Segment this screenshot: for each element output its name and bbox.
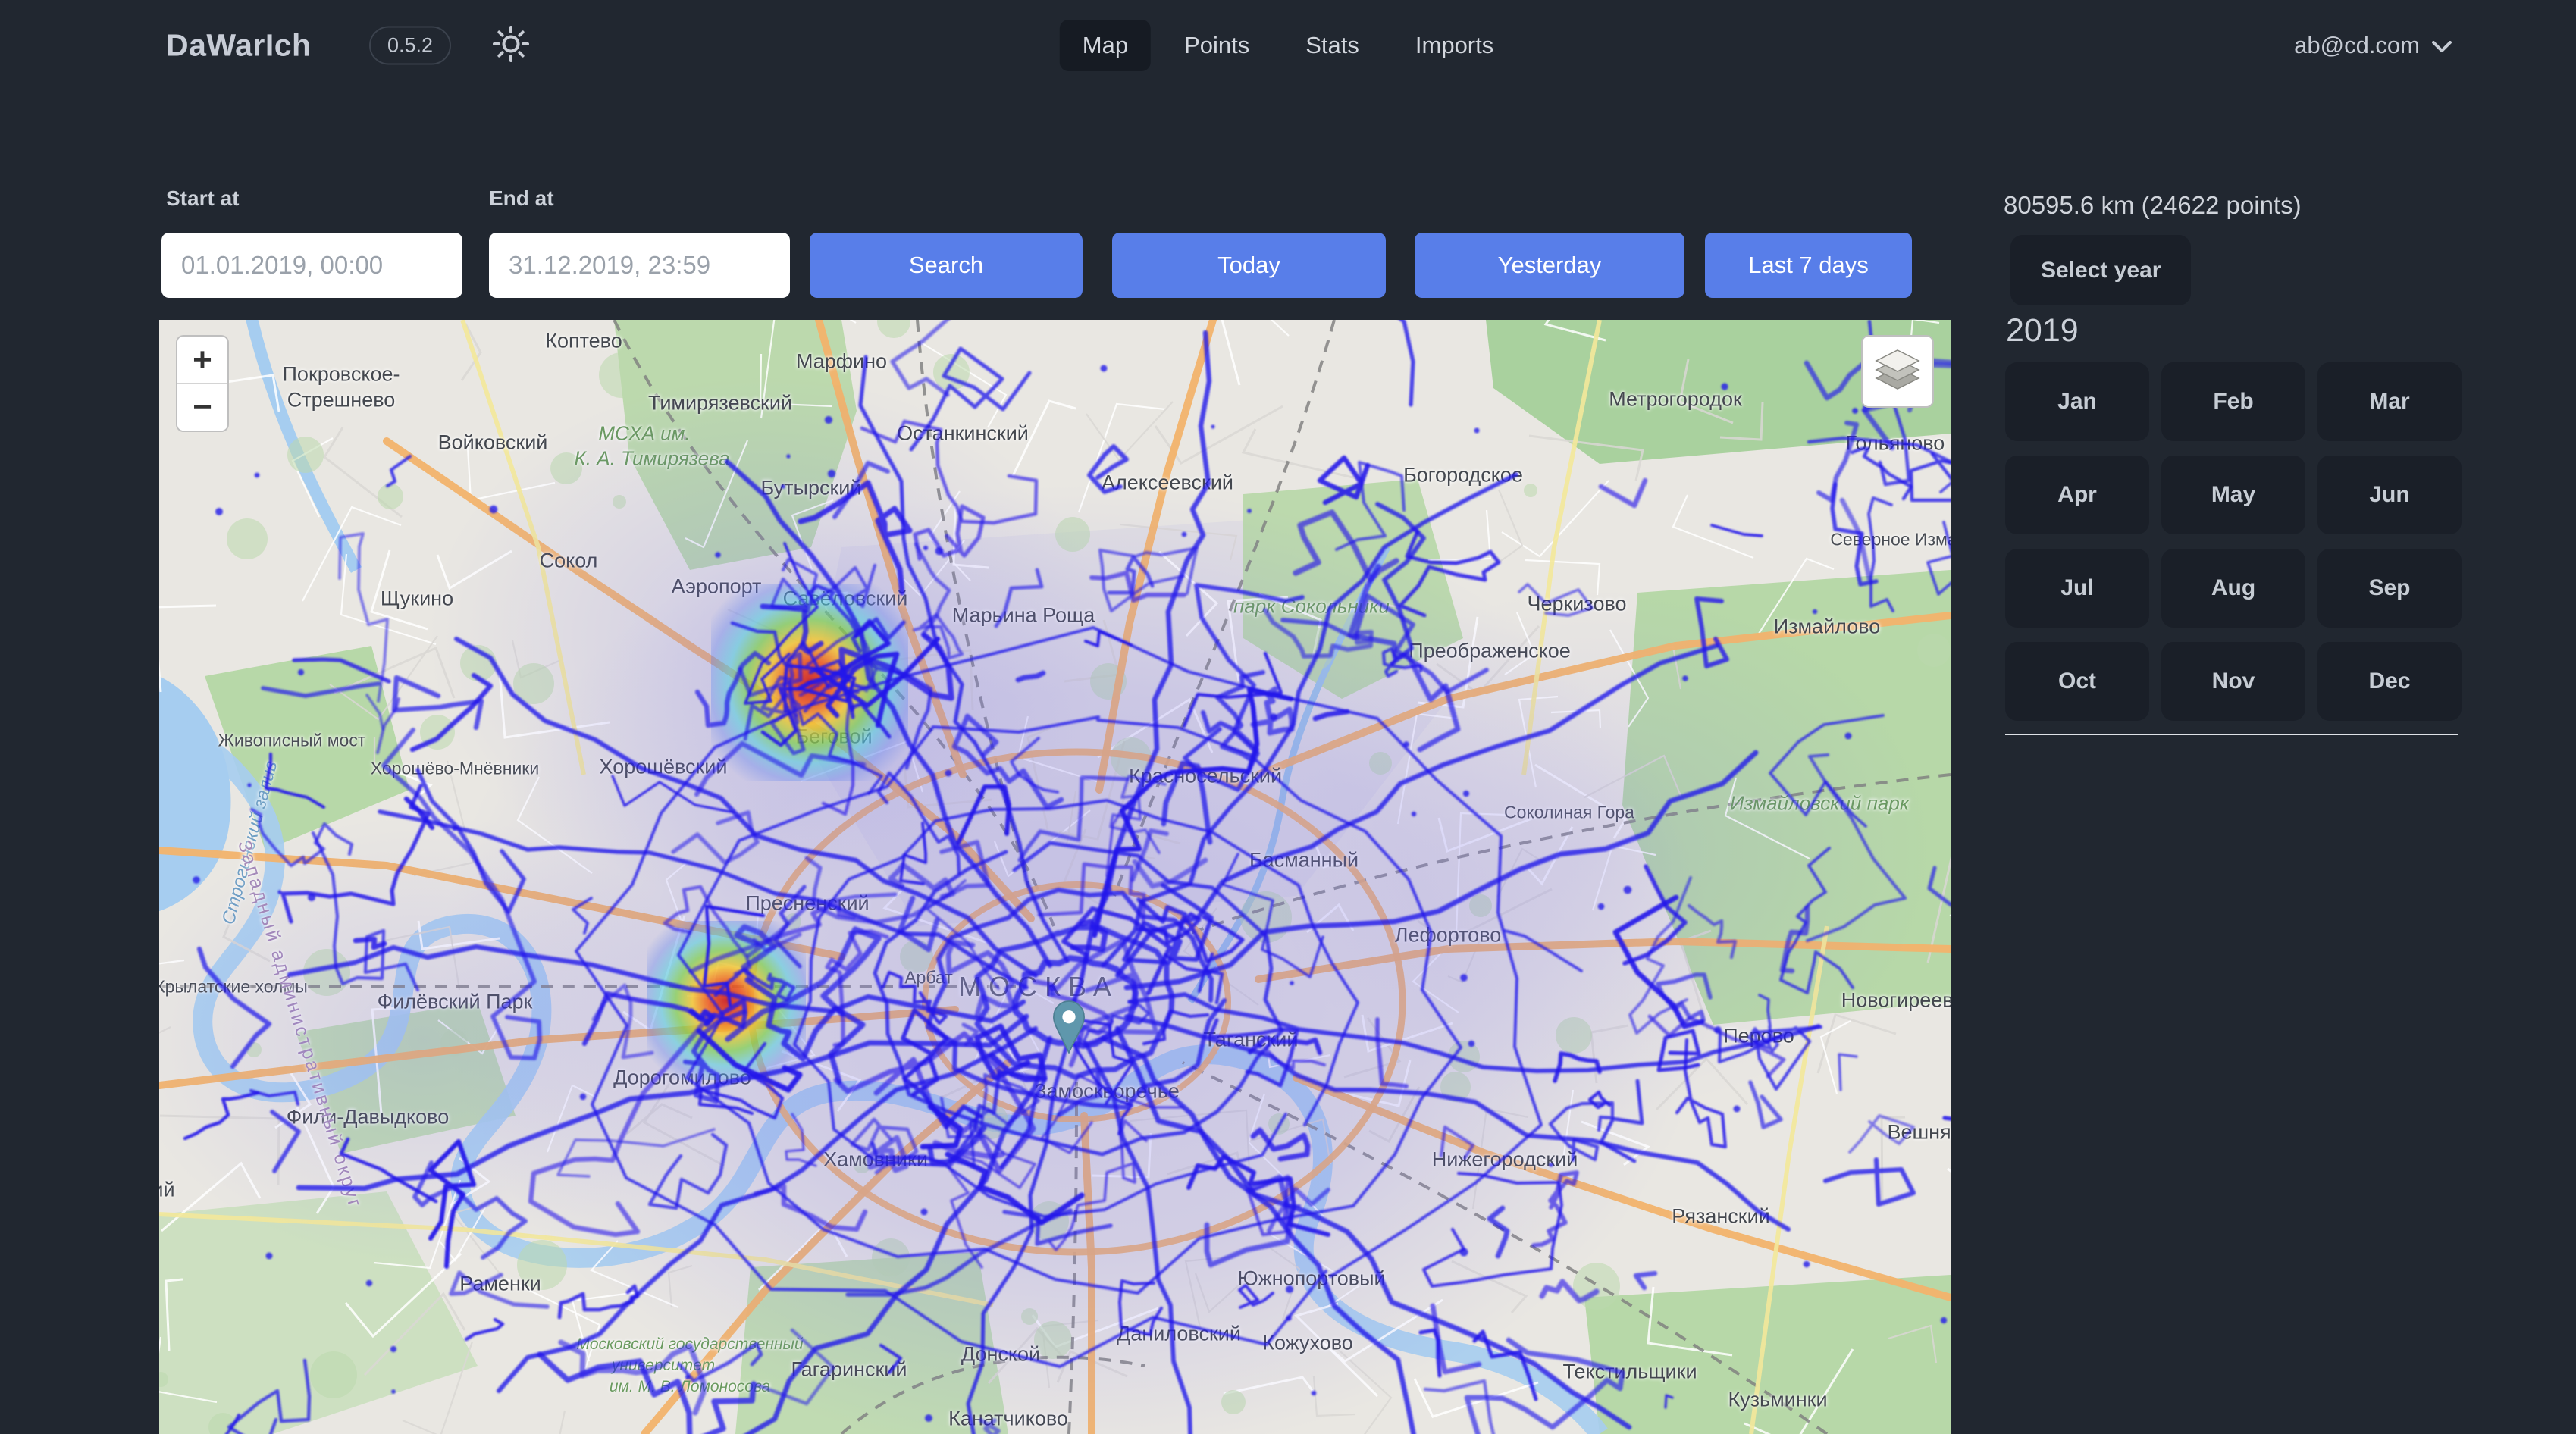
month-button-mar[interactable]: Mar: [2317, 362, 2462, 441]
month-button-jul[interactable]: Jul: [2005, 549, 2149, 628]
user-email: ab@cd.com: [2294, 32, 2420, 59]
month-button-feb[interactable]: Feb: [2161, 362, 2305, 441]
today-button[interactable]: Today: [1112, 233, 1386, 298]
map-canvas[interactable]: Покровское-СтрешневоКоптевоМарфиноТимиря…: [159, 320, 1951, 1434]
month-button-dec[interactable]: Dec: [2317, 642, 2462, 721]
chevron-down-icon: [2432, 32, 2452, 59]
dawarich-app: { "app": {"name": "DaWarIch", "version":…: [0, 0, 2576, 1434]
search-button[interactable]: Search: [810, 233, 1083, 298]
month-button-nov[interactable]: Nov: [2161, 642, 2305, 721]
version-badge: 0.5.2: [369, 27, 451, 65]
top-navbar: DaWarIch 0.5.2 Map Points Stats Imports …: [0, 0, 2576, 91]
start-date-input[interactable]: [161, 233, 462, 298]
layers-control-button[interactable]: [1861, 335, 1934, 408]
layers-icon: [1872, 348, 1923, 396]
month-button-sep[interactable]: Sep: [2317, 549, 2462, 628]
month-button-may[interactable]: May: [2161, 456, 2305, 534]
end-at-label: End at: [489, 186, 554, 211]
select-year-button[interactable]: Select year: [2010, 235, 2191, 305]
start-at-label: Start at: [166, 186, 239, 211]
distance-stats: 80595.6 km (24622 points): [2004, 191, 2302, 220]
sun-icon: [493, 26, 529, 66]
sidebar-divider: [2005, 734, 2458, 735]
gps-track-layer: [159, 320, 1951, 1434]
tab-map[interactable]: Map: [1060, 20, 1151, 71]
yesterday-button[interactable]: Yesterday: [1415, 233, 1684, 298]
user-menu[interactable]: ab@cd.com: [2294, 32, 2452, 59]
month-button-oct[interactable]: Oct: [2005, 642, 2149, 721]
app-logo: DaWarIch: [166, 28, 312, 64]
location-pin-marker[interactable]: [1051, 999, 1086, 1056]
year-heading: 2019: [2006, 312, 2079, 349]
last-7-days-button[interactable]: Last 7 days: [1705, 233, 1912, 298]
tab-points[interactable]: Points: [1161, 20, 1272, 71]
month-button-aug[interactable]: Aug: [2161, 549, 2305, 628]
month-button-jun[interactable]: Jun: [2317, 456, 2462, 534]
tab-imports[interactable]: Imports: [1393, 20, 1516, 71]
month-button-apr[interactable]: Apr: [2005, 456, 2149, 534]
main-nav-tabs: Map Points Stats Imports: [1060, 20, 1517, 71]
tab-stats[interactable]: Stats: [1283, 20, 1382, 71]
month-grid: JanFebMar AprMayJun JulAugSep OctNovDec: [2005, 362, 2462, 721]
theme-toggle-button[interactable]: [491, 26, 531, 65]
zoom-out-button[interactable]: −: [177, 384, 227, 431]
end-date-input[interactable]: [489, 233, 790, 298]
map-zoom-control: + −: [176, 335, 229, 432]
month-button-jan[interactable]: Jan: [2005, 362, 2149, 441]
zoom-in-button[interactable]: +: [177, 337, 227, 384]
